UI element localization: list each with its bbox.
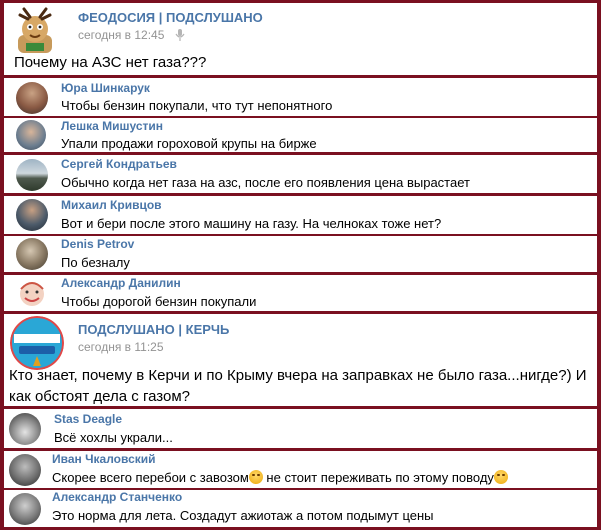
post-author[interactable]: ФЕОДОСИЯ | ПОДСЛУШАНО	[78, 10, 263, 25]
post-text-line-2: как обстоят дела с газом?	[9, 388, 190, 405]
comment-text: Скорее всего перебои с завозом не стоит …	[52, 470, 508, 485]
comment: Сергей Кондратьев Обычно когда нет газа …	[4, 155, 597, 193]
comment-text: Всё хохлы украли...	[54, 430, 173, 445]
post-kerch: ПОДСЛУШАНО | КЕРЧЬ сегодня в 11:25 Кто з…	[4, 314, 597, 406]
group-logo-icon	[10, 316, 64, 370]
comment-author[interactable]: Stas Deagle	[54, 412, 122, 426]
comment-author[interactable]: Лешка Мишустин	[61, 119, 163, 133]
comment-author[interactable]: Denis Petrov	[61, 237, 134, 251]
post-feodosia: ФЕОДОСИЯ | ПОДСЛУШАНО сегодня в 12:45 По…	[4, 3, 597, 75]
comment-author[interactable]: Александр Станченко	[52, 490, 182, 504]
comment: Иван Чкаловский Скорее всего перебои с з…	[4, 451, 597, 488]
comment-author[interactable]: Александр Данилин	[61, 276, 181, 290]
comment-text: Это норма для лета. Создадут ажиотаж а п…	[52, 508, 434, 523]
comment-text: По безналу	[61, 255, 130, 270]
avatar[interactable]	[9, 413, 41, 445]
avatar[interactable]	[16, 159, 48, 191]
comment-author[interactable]: Юра Шинкарук	[61, 81, 150, 95]
avatar[interactable]	[16, 238, 48, 270]
comment: Stas Deagle Всё хохлы украли...	[4, 409, 597, 448]
post-text-line-1: Кто знает, почему в Керчи и по Крыму вче…	[9, 367, 587, 384]
group-avatar-kerch[interactable]	[10, 316, 64, 370]
post-timestamp[interactable]: сегодня в 12:45	[78, 28, 164, 42]
mascot-icon	[18, 7, 52, 53]
avatar[interactable]	[9, 493, 41, 525]
microphone-icon	[175, 29, 185, 41]
comment: Александр Станченко Это норма для лета. …	[4, 490, 597, 527]
post-timestamp[interactable]: сегодня в 11:25	[78, 340, 164, 354]
avatar[interactable]	[16, 120, 46, 150]
comment: Юра Шинкарук Чтобы бензин покупали, что …	[4, 78, 597, 116]
comment-author[interactable]: Сергей Кондратьев	[61, 157, 177, 171]
comment-text: Чтобы дорогой бензин покупали	[61, 294, 257, 309]
comment-text-part-1: Скорее всего перебои с завозом	[52, 470, 249, 485]
grinning-face-emoji-icon	[248, 470, 263, 484]
group-avatar-feodosia[interactable]	[10, 5, 60, 55]
post-author[interactable]: ПОДСЛУШАНО | КЕРЧЬ	[78, 322, 229, 337]
comment: Михаил Кривцов Вот и бери после этого ма…	[4, 196, 597, 234]
comment: Александр Данилин Чтобы дорогой бензин п…	[4, 275, 597, 311]
comment-text-part-2: не стоит переживать по этому поводу	[262, 470, 494, 485]
avatar[interactable]	[16, 199, 48, 231]
comment-text: Упали продажи гороховой крупы на бирже	[61, 136, 317, 151]
grinning-face-emoji-icon	[493, 470, 508, 484]
comment-text: Чтобы бензин покупали, что тут непонятно…	[61, 98, 333, 113]
comment-author[interactable]: Иван Чкаловский	[52, 452, 156, 466]
comment-author[interactable]: Михаил Кривцов	[61, 198, 162, 212]
comment-text: Вот и бери после этого машину на газу. Н…	[61, 216, 442, 231]
avatar[interactable]	[9, 454, 41, 486]
comment: Denis Petrov По безналу	[4, 236, 597, 272]
comment: Лешка Мишустин Упали продажи гороховой к…	[4, 118, 597, 152]
post-text: Почему на АЗС нет газа???	[14, 54, 207, 71]
avatar[interactable]	[16, 277, 48, 309]
avatar[interactable]	[16, 82, 48, 114]
comment-text: Обычно когда нет газа на азс, после его …	[61, 175, 470, 190]
face-icon	[20, 282, 44, 306]
